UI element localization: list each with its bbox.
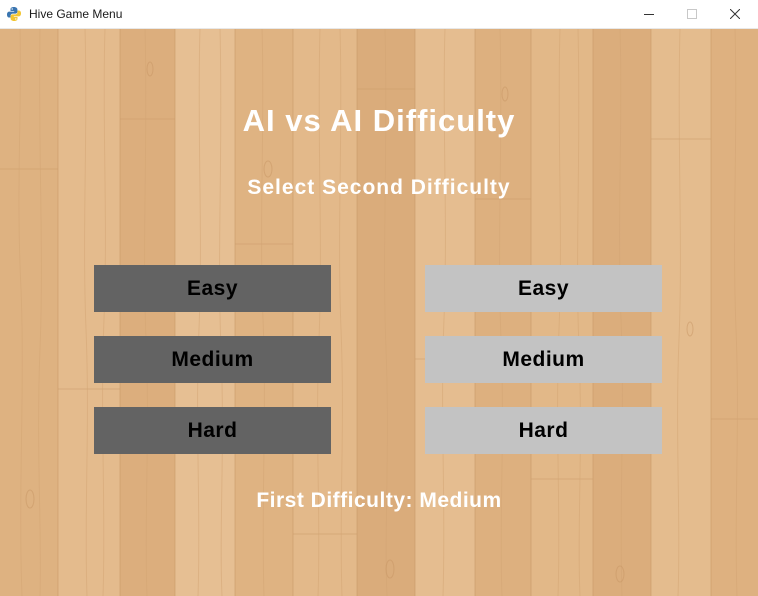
maximize-icon	[687, 9, 697, 19]
second-hard-button[interactable]: Hard	[425, 407, 662, 454]
page-title: AI vs AI Difficulty	[242, 103, 516, 138]
close-button[interactable]	[712, 0, 758, 28]
title-bar[interactable]: Hive Game Menu	[0, 0, 758, 29]
close-icon	[730, 9, 740, 19]
game-canvas: AI vs AI Difficulty Select Second Diffic…	[0, 29, 758, 596]
page-subtitle: Select Second Difficulty	[247, 176, 511, 199]
maximize-button[interactable]	[669, 0, 715, 28]
window-title: Hive Game Menu	[29, 7, 123, 21]
first-hard-button[interactable]: Hard	[94, 407, 331, 454]
second-easy-button[interactable]: Easy	[425, 265, 662, 312]
python-snake-icon	[6, 6, 22, 22]
minimize-button[interactable]	[626, 0, 672, 28]
second-medium-button[interactable]: Medium	[425, 336, 662, 383]
first-medium-button[interactable]: Medium	[94, 336, 331, 383]
first-easy-button[interactable]: Easy	[94, 265, 331, 312]
app-window: Hive Game Menu AI vs AI Difficulty Selec…	[0, 0, 758, 596]
minimize-icon	[644, 14, 654, 15]
first-difficulty-status: First Difficulty: Medium	[256, 489, 502, 512]
